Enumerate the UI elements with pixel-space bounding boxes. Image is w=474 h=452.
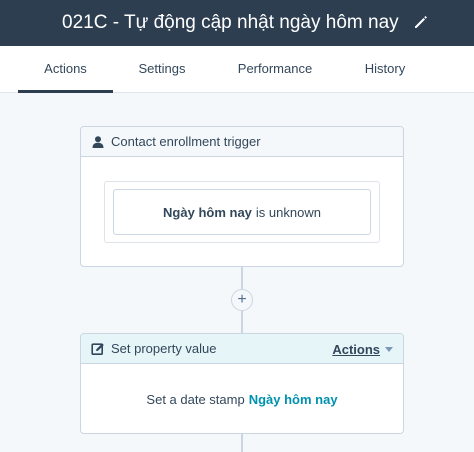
- tab-actions[interactable]: Actions: [18, 46, 113, 93]
- pencil-icon[interactable]: [412, 13, 430, 31]
- workflow-title: 021C - Tự động cập nhật ngày hôm nay: [62, 12, 399, 33]
- chevron-down-icon: [385, 346, 393, 352]
- tab-history[interactable]: History: [348, 46, 422, 93]
- connector-line: [241, 266, 243, 289]
- enrollment-trigger-card[interactable]: Contact enrollment trigger Ngày hôm nay …: [80, 126, 404, 267]
- workflow-header: 021C - Tự động cập nhật ngày hôm nay: [0, 0, 474, 46]
- action-property: Ngày hôm nay: [248, 391, 338, 407]
- actions-dropdown[interactable]: Actions: [332, 334, 393, 364]
- plus-icon: +: [237, 291, 247, 308]
- tab-performance[interactable]: Performance: [222, 46, 328, 93]
- action-body: Set a date stamp Ngày hôm nay: [81, 365, 403, 433]
- filter-property: Ngày hôm nay: [163, 204, 252, 220]
- filter-condition: is unknown: [255, 204, 321, 220]
- tab-bar: Actions Settings Performance History: [0, 46, 474, 93]
- add-action-button[interactable]: +: [231, 289, 253, 311]
- action-card-header: Set property value Actions: [81, 334, 403, 364]
- actions-dropdown-label: Actions: [332, 341, 380, 357]
- set-property-action-card[interactable]: Set property value Actions Set a date st…: [80, 333, 404, 434]
- trigger-filter[interactable]: Ngày hôm nay is unknown: [113, 189, 371, 235]
- edit-icon: [91, 342, 104, 355]
- action-title: Set property value: [111, 341, 217, 356]
- tab-settings[interactable]: Settings: [124, 46, 200, 93]
- trigger-card-header: Contact enrollment trigger: [81, 127, 403, 157]
- trigger-title: Contact enrollment trigger: [111, 134, 261, 149]
- trigger-filter-group: Ngày hôm nay is unknown: [104, 181, 380, 243]
- action-description: Set a date stamp: [146, 391, 245, 407]
- contact-icon: [92, 135, 104, 148]
- connector-line: [241, 433, 243, 452]
- connector-line: [241, 311, 243, 333]
